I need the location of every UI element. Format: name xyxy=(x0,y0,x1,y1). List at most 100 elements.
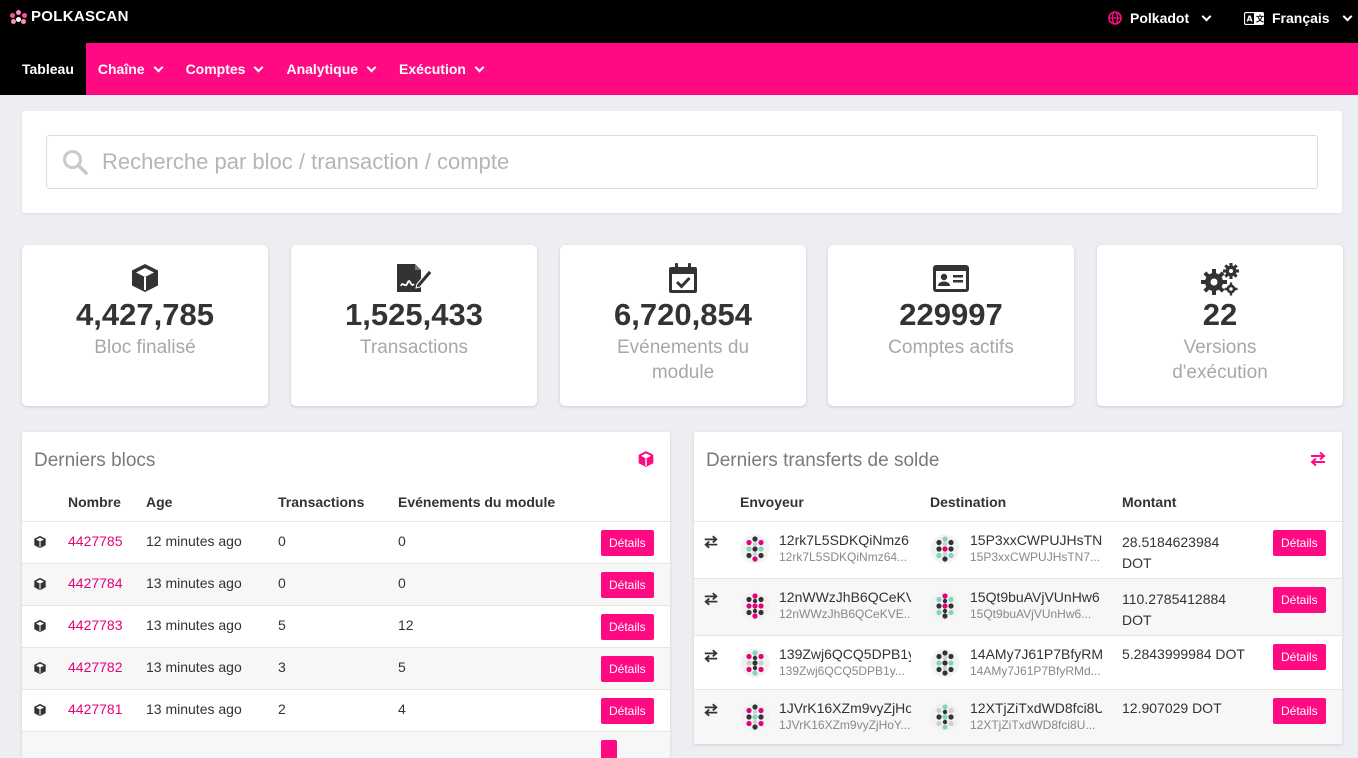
language-icon: A 文 xyxy=(1244,11,1264,25)
column-header[interactable]: Envoyeur xyxy=(740,494,804,510)
sender-address[interactable]: 1JVrK16XZm9vyZjHo 1JVrK16XZm9vyZjHoY... xyxy=(779,700,911,732)
stat-label: Bloc finalisé xyxy=(94,337,196,358)
nav-item-chaine[interactable]: Chaîne xyxy=(86,43,174,95)
column-header[interactable]: Transactions xyxy=(278,494,364,510)
polkascan-logo-icon xyxy=(10,9,28,24)
destination-address[interactable]: 15Qt9buAVjVUnHw6 15Qt9buAVjVUnHw6... xyxy=(970,589,1102,621)
search-card xyxy=(22,111,1342,213)
stat-card-transactions: 1,525,433 Transactions xyxy=(291,245,537,406)
column-header[interactable]: Montant xyxy=(1122,494,1176,510)
sender-address[interactable]: 139Zwj6QCQ5DPB1y 139Zwj6QCQ5DPB1y... xyxy=(779,646,911,678)
identicon xyxy=(740,648,770,678)
nav-item-label: Comptes xyxy=(185,61,246,77)
sender-address[interactable]: 12rk7L5SDKQiNmz6 12rk7L5SDKQiNmz64... xyxy=(779,532,911,564)
identicon xyxy=(740,702,770,732)
identicon xyxy=(740,534,770,564)
table-row: 4427782 13 minutes ago 3 5 Détails xyxy=(22,647,670,689)
nav-item-label: Exécution xyxy=(399,61,466,77)
block-events: 0 xyxy=(398,575,406,591)
transfer-amount: 28.5184623984 DOT xyxy=(1122,534,1220,571)
destination-address[interactable]: 14AMy7J61P7BfyRM 14AMy7J61P7BfyRMd... xyxy=(970,646,1102,678)
details-button[interactable]: Détails xyxy=(1273,698,1326,724)
table-row: 4427783 13 minutes ago 5 12 Détails xyxy=(22,605,670,647)
network-selector[interactable]: Polkadot xyxy=(1108,10,1212,26)
chevron-down-icon xyxy=(1201,11,1212,21)
block-events: 4 xyxy=(398,701,406,717)
logo[interactable]: POLKASCAN xyxy=(10,8,129,25)
block-number-link[interactable]: 4427781 xyxy=(68,701,123,717)
language-label: Français xyxy=(1272,10,1330,26)
signature-icon xyxy=(397,264,433,292)
block-number-link[interactable]: 4427784 xyxy=(68,575,123,591)
search-box xyxy=(46,135,1318,189)
stat-card-blocks: 4,427,785 Bloc finalisé xyxy=(22,245,268,406)
block-transactions: 0 xyxy=(278,533,286,549)
cube-icon xyxy=(638,451,654,467)
column-header[interactable]: Evénements du module xyxy=(398,494,555,510)
sender-address-full: 12nWWzJhB6QCeKV xyxy=(779,589,911,605)
id-card-icon xyxy=(933,265,969,292)
stat-label: Evénements du module xyxy=(616,337,750,383)
stat-label: Versions d'exécution xyxy=(1172,337,1268,383)
sender-address-full: 139Zwj6QCQ5DPB1y xyxy=(779,646,911,662)
block-number-link[interactable]: 4427785 xyxy=(68,533,123,549)
details-button[interactable]: Détails xyxy=(1273,530,1326,556)
transfer-amount: 12.907029 DOT xyxy=(1122,700,1222,716)
block-age: 13 minutes ago xyxy=(146,575,242,591)
destination-address[interactable]: 15P3xxCWPUJHsTN7 15P3xxCWPUJHsTN7... xyxy=(970,532,1102,564)
panel-title: Derniers blocs xyxy=(34,450,156,471)
sender-address[interactable]: 12nWWzJhB6QCeKV 12nWWzJhB6QCeKVE... xyxy=(779,589,911,621)
cube-icon xyxy=(34,619,46,633)
exchange-icon xyxy=(1310,451,1326,467)
search-input[interactable] xyxy=(102,149,1282,175)
sender-address-short: 12rk7L5SDKQiNmz64... xyxy=(779,550,908,564)
sender-address-full: 12rk7L5SDKQiNmz6 xyxy=(779,532,909,548)
nav-item-execution[interactable]: Exécution xyxy=(387,43,495,95)
identicon xyxy=(930,702,960,732)
stat-card-events: 6,720,854 Evénements du module xyxy=(560,245,806,406)
column-header[interactable]: Nombre xyxy=(68,494,121,510)
details-button[interactable]: Détails xyxy=(601,656,654,682)
details-button[interactable]: Détails xyxy=(1273,644,1326,670)
block-events: 0 xyxy=(398,533,406,549)
column-header[interactable]: Destination xyxy=(930,494,1006,510)
sender-address-short: 1JVrK16XZm9vyZjHoY... xyxy=(779,718,911,732)
destination-address[interactable]: 12XTjZiTxdWD8fci8U 12XTjZiTxdWD8fci8U... xyxy=(970,700,1102,732)
network-label: Polkadot xyxy=(1130,10,1190,26)
latest-blocks-panel: Derniers blocs Nombre Age Transactions E… xyxy=(22,432,670,758)
stat-value: 1,525,433 xyxy=(345,297,483,332)
calendar-check-icon xyxy=(669,263,697,293)
destination-address-full: 15P3xxCWPUJHsTN7 xyxy=(970,532,1102,548)
svg-text:文: 文 xyxy=(1256,13,1264,23)
nav-item-comptes[interactable]: Comptes xyxy=(174,43,275,95)
identicon xyxy=(930,591,960,621)
details-button[interactable]: Détails xyxy=(601,698,654,724)
stat-value: 22 xyxy=(1202,297,1238,332)
stat-label: Transactions xyxy=(359,337,469,358)
details-button[interactable]: Détails xyxy=(601,572,654,598)
details-button[interactable]: Détails xyxy=(601,530,654,556)
details-button[interactable]: Détails xyxy=(1273,587,1326,613)
block-number-link[interactable]: 4427783 xyxy=(68,617,123,633)
cube-icon xyxy=(132,264,158,292)
table-row: 12rk7L5SDKQiNmz6 12rk7L5SDKQiNmz64... 15… xyxy=(694,521,1342,578)
details-button[interactable]: Détails xyxy=(601,614,654,640)
block-age: 13 minutes ago xyxy=(146,659,242,675)
exchange-icon xyxy=(704,592,718,606)
column-header[interactable]: Age xyxy=(146,494,172,510)
block-number-link[interactable]: 4427782 xyxy=(68,659,123,675)
language-selector[interactable]: A 文 Français xyxy=(1244,10,1353,26)
table-row: 4427785 12 minutes ago 0 0 Détails xyxy=(22,521,670,563)
nav-item-tableau[interactable]: Tableau xyxy=(0,43,86,95)
cogs-icon xyxy=(1201,263,1239,296)
latest-transfers-panel: Derniers transferts de solde Envoyeur De… xyxy=(694,432,1342,744)
search-icon xyxy=(63,150,88,175)
block-transactions: 2 xyxy=(278,701,286,717)
sender-address-short: 139Zwj6QCQ5DPB1y... xyxy=(779,664,905,678)
identicon xyxy=(930,534,960,564)
stat-value: 4,427,785 xyxy=(76,297,214,332)
nav-item-analytique[interactable]: Analytique xyxy=(274,43,387,95)
details-button[interactable] xyxy=(601,740,617,758)
destination-address-full: 14AMy7J61P7BfyRM xyxy=(970,646,1102,662)
cube-icon xyxy=(34,535,46,549)
